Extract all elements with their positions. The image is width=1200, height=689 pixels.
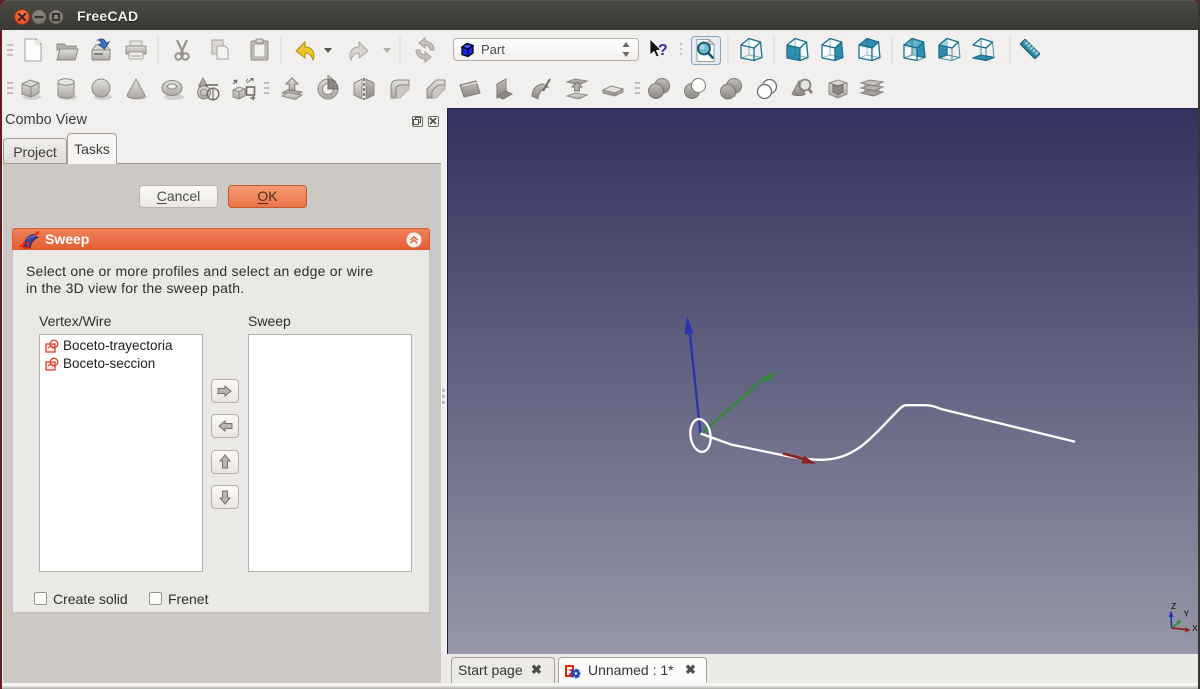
svg-text:Y: Y (1184, 609, 1190, 619)
svg-text:Z: Z (1171, 601, 1176, 611)
svg-text:?: ? (658, 42, 668, 59)
